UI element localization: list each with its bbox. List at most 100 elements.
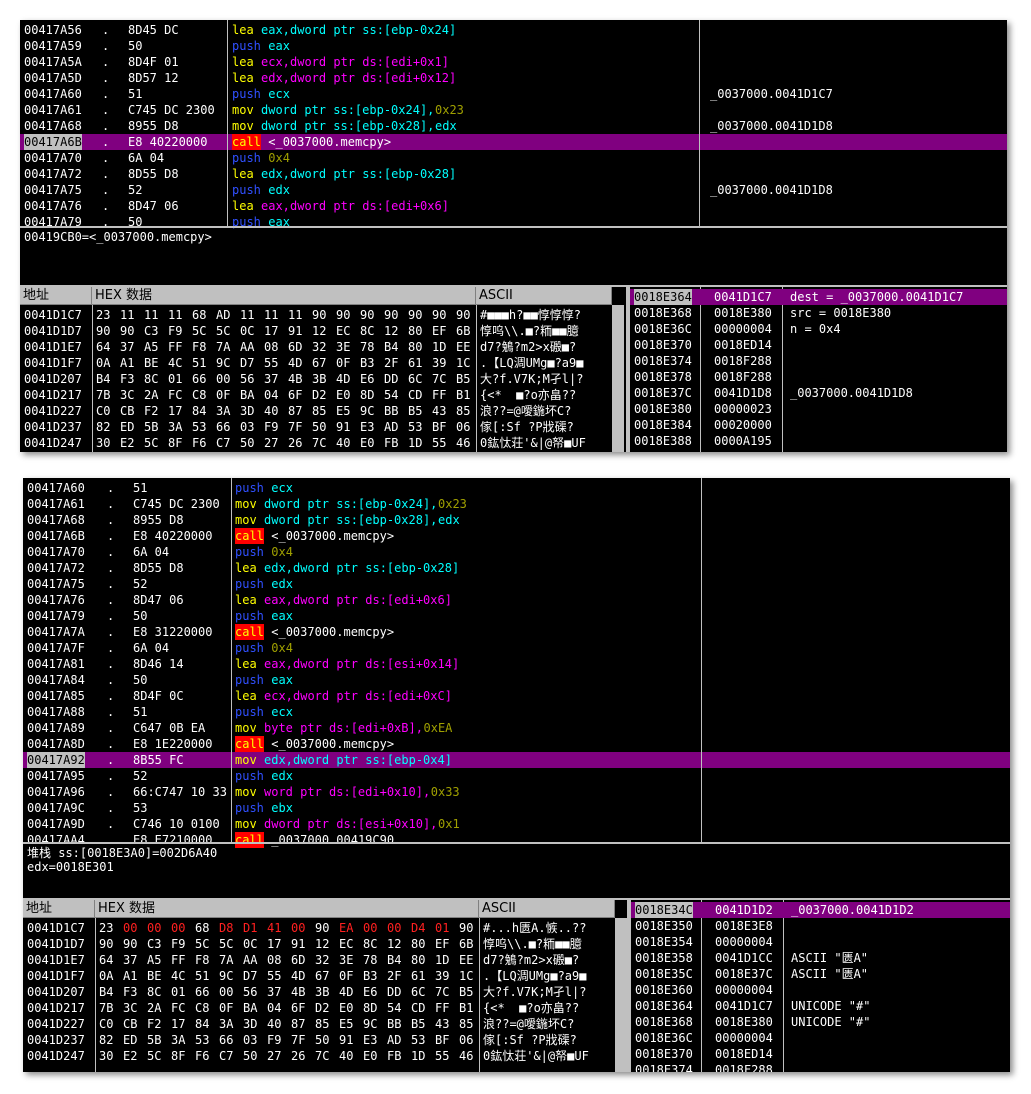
disasm-row[interactable]: 00417A6B. E8 40220000 call <_0037000.memcpy… <box>23 528 1010 544</box>
column-header-address[interactable]: 地址 <box>20 287 92 305</box>
disasm-row[interactable]: 00417A68. 8955 D8 mov dword ptr ss:[ebp-0x2… <box>20 118 1007 134</box>
dump-row[interactable]: 0041D207 B4 F3 8C 01 66 00 56 37 4B 3B 4D E6 DD 6C 7C B5… <box>23 984 627 1000</box>
stack-pane[interactable]: 0018E34C 0041D1D2 _0037000.0041D1D2 0018E35… <box>631 900 1010 1072</box>
hex-byte: 06 <box>459 1033 474 1047</box>
stack-row[interactable]: 0018E380 00000023 <box>630 401 1007 417</box>
disasm-row[interactable]: 00417A7A. E8 31220000 call <_0037000.memcpy… <box>23 624 1010 640</box>
dump-row[interactable]: 0041D217 7B 3C 2A FC C8 0F BA 04 6F D2 E0 8D 54 CD FF B1… <box>20 387 624 403</box>
disasm-row[interactable]: 00417A81. 8D46 14 lea eax, dword ptr ds:[esi… <box>23 656 1010 672</box>
hex-byte: D4 <box>411 921 426 935</box>
disasm-row[interactable]: 00417A88. 51 push ecx <box>23 704 1010 720</box>
disasm-row[interactable]: 00417A92. 8B55 FC mov edx, dword ptr ss:[ebp… <box>23 752 1010 768</box>
hex-byte: 7A <box>219 953 234 967</box>
disasm-row[interactable]: 00417A79. 50 push eax <box>23 608 1010 624</box>
disasm-row[interactable]: 00417A61. C745 DC 2300 mov dword ptr ss:[eb… <box>23 496 1010 512</box>
dump-row[interactable]: 0041D1E7 64 37 A5 FF F8 7A AA 08 6D 32 3E 78 B4 80 1D EE… <box>20 339 624 355</box>
dump-row[interactable]: 0041D227 C0 CB F2 17 84 3A 3D 40 87 85 E5 9C BB B5 43 85… <box>23 1016 627 1032</box>
dump-row[interactable]: 0041D1E7 64 37 A5 FF F8 7A AA 08 6D 32 3E 78 B4 80 1D EE… <box>23 952 627 968</box>
dump-row[interactable]: 0041D237 82 ED 5B 3A 53 66 03 F9 7F 50 91 E3 AD 53 BF 06… <box>20 419 624 435</box>
disasm-row[interactable]: 00417A76. 8D47 06 lea eax, dword ptr ds:[edi… <box>20 198 1007 214</box>
stack-row[interactable]: 0018E350 0018E3E8 <box>631 918 1010 934</box>
memory-dump-pane[interactable]: 地址 HEX 数据 ASCII 0041D1C7 23 00 00 00 68 D8 D1 41 00 9… <box>23 900 627 1072</box>
dump-address: 0041D1E7 <box>27 953 85 967</box>
column-header-ascii[interactable]: ASCII <box>479 900 615 918</box>
memory-dump-pane[interactable]: 地址 HEX 数据 ASCII 0041D1C7 23 11 11 11 68 AD 11 11 11 9… <box>20 287 624 452</box>
column-header-address[interactable]: 地址 <box>23 900 95 918</box>
operand: edx <box>271 577 293 591</box>
disasm-row[interactable]: 00417A56. 8D45 DC lea eax, dword ptr ss:[ebp… <box>20 22 1007 38</box>
dump-row[interactable]: 0041D1D7 90 90 C3 F9 5C 5C 0C 17 91 12 EC 8C 12 80 EF 6B… <box>23 936 627 952</box>
disasm-row[interactable]: 00417A72. 8D55 D8 lea edx, dword ptr ss:[ebp… <box>23 560 1010 576</box>
disasm-row[interactable]: 00417A60. 51 push ecx _0037000.0041D1C7 <box>20 86 1007 102</box>
info-pane: 00419CB0=<_0037000.memcpy> <box>20 228 1007 285</box>
stack-row[interactable]: 0018E374 0018F288 <box>631 1062 1010 1072</box>
mnemonic: lea <box>232 199 254 213</box>
disasm-row[interactable]: 00417A70. 6A 04 push 0x4 <box>23 544 1010 560</box>
dump-row[interactable]: 0041D207 B4 F3 8C 01 66 00 56 37 4B 3B 4D E6 DD 6C 7C B5… <box>20 371 624 387</box>
stack-row[interactable]: 0018E374 0018F288 <box>630 353 1007 369</box>
stack-row[interactable]: 0018E378 0018F288 <box>630 369 1007 385</box>
dump-row[interactable]: 0041D1C7 23 00 00 00 68 D8 D1 41 00 90 EA 00 00 D4 01 90… <box>23 920 627 936</box>
dump-row[interactable]: 0041D227 C0 CB F2 17 84 3A 3D 40 87 85 E5 9C BB B5 43 85… <box>20 403 624 419</box>
stack-row[interactable]: 0018E358 0041D1CC ASCII "匮A" <box>631 950 1010 966</box>
stack-pane[interactable]: 0018E364 0041D1C7 dest = _0037000.0041D1C7… <box>630 287 1007 452</box>
disassembly-pane[interactable]: 00417A56. 8D45 DC lea eax, dword ptr ss:[ebp… <box>20 20 1007 229</box>
disasm-row[interactable]: 00417A68. 8955 D8 mov dword ptr ss:[ebp-0x2… <box>23 512 1010 528</box>
dump-row[interactable]: 0041D1D7 90 90 C3 F9 5C 5C 0C 17 91 12 EC 8C 12 80 EF 6B… <box>20 323 624 339</box>
hex-byte: 9C <box>219 969 234 983</box>
disasm-row[interactable]: 00417A85. 8D4F 0C lea ecx, dword ptr ds:[edi… <box>23 688 1010 704</box>
dump-row[interactable]: 0041D247 30 E2 5C 8F F6 C7 50 27 26 7C 40 E0 FB 1D 55 46… <box>20 435 624 451</box>
stack-row[interactable]: 0018E37C 0041D1D8 _0037000.0041D1D8 <box>630 385 1007 401</box>
disasm-row[interactable]: 00417A95. 52 push edx <box>23 768 1010 784</box>
stack-row[interactable]: 0018E388 0000A195 <box>630 433 1007 449</box>
instruction-address: 00417A75 <box>27 577 85 591</box>
hex-byte: 3D <box>243 1017 258 1031</box>
stack-row[interactable]: 0018E370 0018ED14 <box>631 1046 1010 1062</box>
stack-row[interactable]: 0018E354 00000004 <box>631 934 1010 950</box>
column-header-hex[interactable]: HEX 数据 <box>92 287 476 305</box>
disasm-row[interactable]: 00417A6B. E8 40220000 call <_0037000.memcpy… <box>20 134 1007 150</box>
stack-row[interactable]: 0018E34C 0041D1D2 _0037000.0041D1D2 <box>631 902 1010 918</box>
disasm-row[interactable]: 00417A84. 50 push eax <box>23 672 1010 688</box>
stack-row[interactable]: 0018E370 0018ED14 <box>630 337 1007 353</box>
stack-address: 0018E378 <box>634 370 692 384</box>
column-header-ascii[interactable]: ASCII <box>476 287 612 305</box>
disasm-row[interactable]: 00417A60. 51 push ecx <box>23 480 1010 496</box>
dump-row[interactable]: 0041D247 30 E2 5C 8F F6 C7 50 27 26 7C 40 E0 FB 1D 55 46… <box>23 1048 627 1064</box>
stack-row[interactable]: 0018E360 00000004 <box>631 982 1010 998</box>
disasm-row[interactable]: 00417A5D. 8D57 12 lea edx, dword ptr ds:[edi… <box>20 70 1007 86</box>
stack-row[interactable]: 0018E368 0018E380 UNICODE "#" <box>631 1014 1010 1030</box>
operand: eax <box>271 673 293 687</box>
disasm-row[interactable]: 00417A9D. C746 10 0100 mov dword ptr ds:[es… <box>23 816 1010 832</box>
disasm-row[interactable]: 00417A9C. 53 push ebx <box>23 800 1010 816</box>
stack-row[interactable]: 0018E384 00020000 <box>630 417 1007 433</box>
stack-row[interactable]: 0018E368 0018E380 src = 0018E380 <box>630 305 1007 321</box>
disasm-row[interactable]: 00417A89. C647 0B EA mov byte ptr ds:[edi+0… <box>23 720 1010 736</box>
stack-row[interactable]: 0018E36C 00000004 n = 0x4 <box>630 321 1007 337</box>
disasm-row[interactable]: 00417A72. 8D55 D8 lea edx, dword ptr ss:[ebp… <box>20 166 1007 182</box>
column-header-hex[interactable]: HEX 数据 <box>95 900 479 918</box>
stack-row[interactable]: 0018E35C 0018E37C ASCII "匮A" <box>631 966 1010 982</box>
disasm-row[interactable]: 00417A70. 6A 04 push 0x4 <box>20 150 1007 166</box>
disasm-row[interactable]: 00417A96. 66:C747 10 33 mov word ptr ds:[ed… <box>23 784 1010 800</box>
disasm-row[interactable]: 00417A59. 50 push eax <box>20 38 1007 54</box>
dump-address: 0041D247 <box>24 436 82 450</box>
disasm-row[interactable]: 00417A75. 52 push edx _0037000.0041D1D8 <box>20 182 1007 198</box>
disasm-row[interactable]: 00417A5A. 8D4F 01 lea ecx, dword ptr ds:[edi… <box>20 54 1007 70</box>
hex-byte: E6 <box>360 372 375 386</box>
dump-row[interactable]: 0041D217 7B 3C 2A FC C8 0F BA 04 6F D2 E0 8D 54 CD FF B1… <box>23 1000 627 1016</box>
disasm-row[interactable]: 00417A8D. E8 1E220000 call <_0037000.memcpy… <box>23 736 1010 752</box>
disasm-row[interactable]: 00417A75. 52 push edx <box>23 576 1010 592</box>
disasm-row[interactable]: 00417A61. C745 DC 2300 mov dword ptr ss:[eb… <box>20 102 1007 118</box>
stack-row[interactable]: 0018E364 0041D1C7 dest = _0037000.0041D1C7 <box>630 289 1007 305</box>
disassembly-pane[interactable]: 00417A60. 51 push ecx 00417A61. C745 DC 2300 m… <box>23 478 1010 848</box>
dump-row[interactable]: 0041D237 82 ED 5B 3A 53 66 03 F9 7F 50 91 E3 AD 53 BF 06… <box>23 1032 627 1048</box>
dump-row[interactable]: 0041D1F7 0A A1 BE 4C 51 9C D7 55 4D 67 0F B3 2F 61 39 1C… <box>23 968 627 984</box>
stack-row[interactable]: 0018E364 0041D1C7 UNICODE "#" <box>631 998 1010 1014</box>
disasm-row[interactable]: 00417A7F. 6A 04 push 0x4 <box>23 640 1010 656</box>
dump-row[interactable]: 0041D1F7 0A A1 BE 4C 51 9C D7 55 4D 67 0F B3 2F 61 39 1C… <box>20 355 624 371</box>
dump-row[interactable]: 0041D1C7 23 11 11 11 68 AD 11 11 11 90 90 90 90 90 90 90… <box>20 307 624 323</box>
disasm-row[interactable]: 00417A76. 8D47 06 lea eax, dword ptr ds:[edi… <box>23 592 1010 608</box>
mnemonic: push <box>235 577 264 591</box>
stack-row[interactable]: 0018E36C 00000004 <box>631 1030 1010 1046</box>
